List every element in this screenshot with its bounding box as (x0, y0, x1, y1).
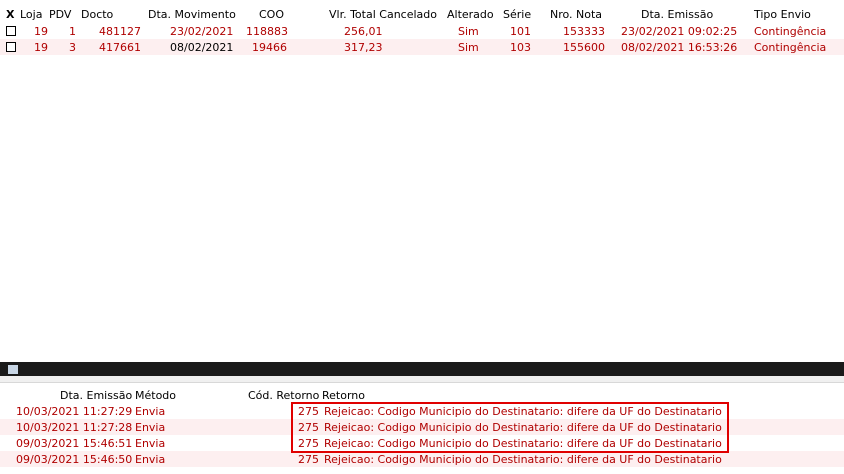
col-header-dta-movimento[interactable]: Dta. Movimento (148, 8, 236, 21)
cell-retorno: Rejeicao: Codigo Municipio do Destinatar… (324, 453, 722, 466)
cell-coo: 19466 (252, 41, 287, 54)
select-all-header[interactable]: X (6, 8, 14, 21)
col-header-serie[interactable]: Série (503, 8, 531, 21)
cell-metodo: Envia (135, 421, 166, 434)
splitter-grip-icon[interactable] (8, 365, 18, 374)
col-header-docto[interactable]: Docto (81, 8, 113, 21)
cell-coo: 118883 (246, 25, 288, 38)
col-header-pdv[interactable]: PDV (49, 8, 71, 21)
table-row[interactable]: 19 3 417661 08/02/2021 19466 317,23 Sim … (0, 39, 844, 55)
cell-log-dta-emissao: 10/03/2021 11:27:29 (16, 405, 133, 418)
highlight-annotation (291, 402, 729, 453)
panel-splitter[interactable] (0, 362, 844, 376)
cell-serie: 101 (510, 25, 531, 38)
cell-serie: 103 (510, 41, 531, 54)
log-table-header: Dta. Emissão Método Cód. Retorno Retorno (0, 382, 844, 403)
cell-metodo: Envia (135, 453, 166, 466)
top-table-header: X Loja PDV Docto Dta. Movimento COO Vlr.… (0, 0, 844, 22)
col-header-dta-emissao[interactable]: Dta. Emissão (641, 8, 713, 21)
cell-alterado: Sim (458, 25, 479, 38)
col-header-coo[interactable]: COO (259, 8, 284, 21)
col-header-cod-retorno[interactable]: Cód. Retorno (248, 389, 319, 402)
cell-pdv: 1 (69, 25, 76, 38)
cell-vlr-total-cancelado: 317,23 (344, 41, 383, 54)
cell-tipo-envio: Contingência (754, 41, 827, 54)
row-checkbox[interactable] (6, 42, 16, 52)
cell-docto: 481127 (99, 25, 141, 38)
cell-nro-nota: 153333 (563, 25, 605, 38)
col-header-retorno[interactable]: Retorno (322, 389, 365, 402)
col-header-tipo-envio[interactable]: Tipo Envio (754, 8, 811, 21)
cell-metodo: Envia (135, 437, 166, 450)
row-checkbox[interactable] (6, 26, 16, 36)
cell-loja: 19 (34, 25, 48, 38)
col-header-vlr-total-cancelado[interactable]: Vlr. Total Cancelado (329, 8, 437, 21)
cell-dta-movimento: 08/02/2021 (170, 41, 234, 54)
cell-alterado: Sim (458, 41, 479, 54)
cell-dta-emissao: 23/02/2021 09:02:25 (621, 25, 738, 38)
cell-log-dta-emissao: 09/03/2021 15:46:51 (16, 437, 133, 450)
table-row[interactable]: 19 1 481127 23/02/2021 118883 256,01 Sim… (0, 23, 844, 39)
log-row[interactable]: 09/03/2021 15:46:50 Envia 275 Rejeicao: … (0, 451, 844, 467)
cell-dta-emissao: 08/02/2021 16:53:26 (621, 41, 738, 54)
col-header-alterado[interactable]: Alterado (447, 8, 494, 21)
cell-log-dta-emissao: 09/03/2021 15:46:50 (16, 453, 133, 466)
col-header-nro-nota[interactable]: Nro. Nota (550, 8, 602, 21)
cell-tipo-envio: Contingência (754, 25, 827, 38)
cell-metodo: Envia (135, 405, 166, 418)
cell-pdv: 3 (69, 41, 76, 54)
cell-log-dta-emissao: 10/03/2021 11:27:28 (16, 421, 133, 434)
cell-cod-retorno: 275 (298, 453, 319, 466)
cell-dta-movimento: 23/02/2021 (170, 25, 234, 38)
cell-loja: 19 (34, 41, 48, 54)
cell-nro-nota: 155600 (563, 41, 605, 54)
cell-vlr-total-cancelado: 256,01 (344, 25, 383, 38)
cell-docto: 417661 (99, 41, 141, 54)
col-header-log-dta-emissao[interactable]: Dta. Emissão (60, 389, 132, 402)
col-header-loja[interactable]: Loja (20, 8, 42, 21)
col-header-metodo[interactable]: Método (135, 389, 176, 402)
